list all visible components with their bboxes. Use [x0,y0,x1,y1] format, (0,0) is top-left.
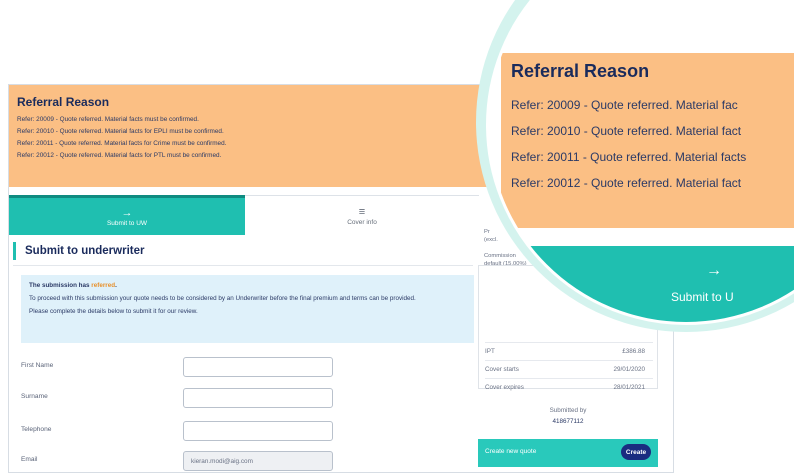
first-name-label: First Name [21,362,54,369]
magnified-referral-title: Referral Reason [511,61,650,81]
tab-cover-info[interactable]: ≡ Cover info [245,195,479,235]
magnified-tab-label: Submit to U [671,290,734,304]
arrow-right-icon: → [121,206,133,219]
magnifier-lens: Referral Reason Refer: 20009 - Quote ref… [486,0,794,325]
telephone-label: Telephone [21,426,52,433]
referral-info-box: The submission has referred. To proceed … [21,275,474,343]
referral-status: The submission has referred. [29,281,466,291]
status-suffix: . [115,282,117,289]
telephone-row: Telephone [21,421,351,441]
magnified-referral-line: Refer: 20010 - Quote referred. Material … [511,124,742,138]
tab-submit-to-uw[interactable]: → Submit to UW [9,195,245,235]
list-icon: ≡ [358,205,366,218]
first-name-row: First Name [21,357,351,377]
magnified-referral-line: Refer: 20012 - Quote referred. Material … [511,176,742,190]
status-prefix: The submission has [29,282,90,289]
cover-starts-row: Cover starts 29/01/2020 [485,360,653,378]
cover-expires-label: Cover expires [485,384,524,391]
ipt-value: £386.88 [622,348,645,355]
quote-tabs: → Submit to UW ≡ Cover info [9,195,479,235]
divider [13,265,473,266]
section-title: Submit to underwriter [13,242,144,260]
first-name-input[interactable] [183,357,333,377]
surname-row: Surname [21,388,351,408]
submitted-by-label: Submitted by [549,407,587,414]
magnified-referral-line: Refer: 20011 - Quote referred. Material … [511,150,747,164]
cover-starts-label: Cover starts [485,366,519,373]
info-body: To proceed with this submission your quo… [29,295,416,302]
ipt-row: IPT £386.88 [485,342,653,360]
email-row: Email [21,451,351,471]
email-input[interactable] [183,451,333,471]
magnified-referral-line: Refer: 20009 - Quote referred. Material … [511,98,738,112]
telephone-input[interactable] [183,421,333,441]
submitted-by-value: 418677112 [552,418,584,425]
cover-expires-value: 28/01/2021 [613,384,645,391]
screenshot-stage: Referral Reason Refer: 20009 - Quote ref… [0,0,794,473]
ipt-label: IPT [485,348,495,355]
surname-label: Surname [21,393,48,400]
tab-label: Submit to UW [106,219,148,227]
tab-label: Cover info [347,218,377,226]
submitted-by: Submitted by 418677112 [478,405,658,427]
magnified-tab-submit-to-uw[interactable]: → Submit to U [501,246,794,322]
info-instruction: Please complete the details below to sub… [29,308,198,315]
create-new-quote-bar: Create new quote Create [478,439,658,467]
arrow-right-icon: → [706,262,722,279]
surname-input[interactable] [183,388,333,408]
status-word: referred [91,282,116,289]
cover-expires-row: Cover expires 28/01/2021 [485,378,653,396]
create-new-quote-label: Create new quote [485,448,537,455]
create-button[interactable]: Create [621,444,651,460]
cover-starts-value: 29/01/2020 [613,366,645,373]
email-label: Email [21,456,38,463]
